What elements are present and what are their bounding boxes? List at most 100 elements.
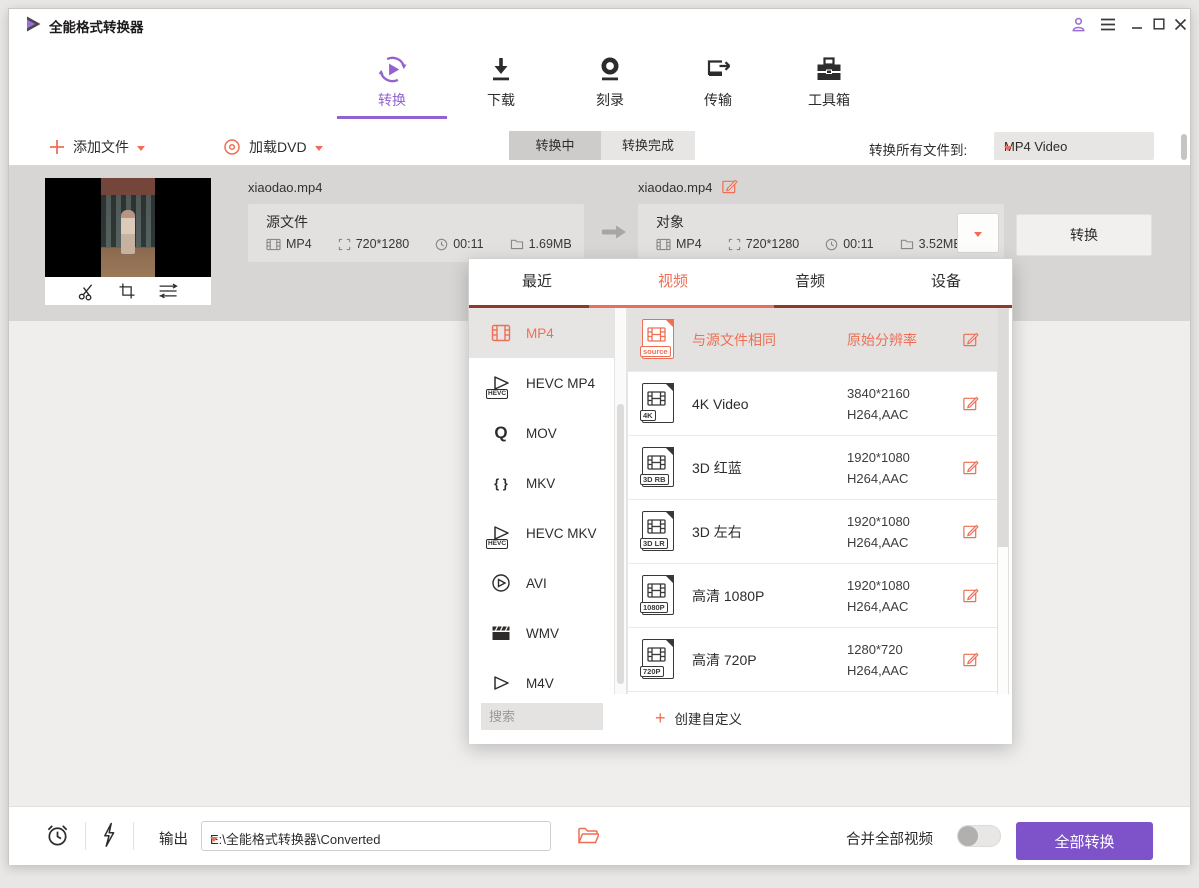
minimize-button[interactable] <box>1126 9 1148 39</box>
source-format: MP4 <box>266 237 312 251</box>
preset-list: source 与源文件相同 原始分辨率 4K 4K Video 384 <box>628 308 997 692</box>
format-item-hevc-mkv[interactable]: HEVC HEVC MKV <box>469 508 614 558</box>
format-label: AVI <box>526 576 547 591</box>
create-custom-label: 创建自定义 <box>675 708 743 728</box>
tab-toolbox-label: 工具箱 <box>784 90 874 110</box>
preset-list-scrollbar[interactable] <box>997 308 1009 742</box>
tab-convert[interactable]: 转换 <box>347 51 437 110</box>
resolution-icon <box>728 238 741 251</box>
output-format-value: MP4 Video <box>1004 139 1067 154</box>
preset-detail: 1920*1080H264,AAC <box>847 575 910 617</box>
format-search-input[interactable] <box>481 703 603 730</box>
popup-body: MP4 HEVC HEVC MP4 Q MOV { } MKV <box>469 308 1012 694</box>
convert-all-to-label: 转换所有文件到: <box>869 139 967 159</box>
preset-item-hd-720p[interactable]: 720P 高清 720P 1280*720H264,AAC <box>628 628 997 692</box>
popup-tab-recent[interactable]: 最近 <box>469 259 605 305</box>
convert-row-button[interactable]: 转换 <box>1016 214 1152 256</box>
app-logo-icon <box>23 14 43 34</box>
mkv-braces-icon: { } <box>489 471 513 495</box>
format-item-m4v[interactable]: M4V <box>469 658 614 694</box>
output-path-value: E:\全能格式转换器\Converted <box>210 829 381 848</box>
video-thumbnail-card <box>45 178 211 305</box>
popup-tab-device[interactable]: 设备 <box>878 259 1014 305</box>
edit-preset-icon[interactable] <box>962 331 979 353</box>
film-icon <box>656 238 671 251</box>
clock-icon <box>435 238 448 251</box>
convert-all-button[interactable]: 全部转换 <box>1016 822 1153 860</box>
format-label: HEVC MKV <box>526 526 597 541</box>
create-custom-button[interactable]: + 创建自定义 <box>655 708 742 728</box>
preset-dropdown-button[interactable] <box>957 213 999 253</box>
account-icon[interactable] <box>1067 9 1089 39</box>
format-item-mp4[interactable]: MP4 <box>469 308 614 358</box>
tab-converting[interactable]: 转换中 <box>509 131 601 160</box>
chevron-down-icon <box>210 837 218 842</box>
format-label: MKV <box>526 476 555 491</box>
download-icon <box>456 51 546 87</box>
preset-detail: 3840*2160H264,AAC <box>847 383 910 425</box>
target-format: MP4 <box>656 237 702 251</box>
plus-icon: + <box>655 709 666 727</box>
preset-name: 与源文件相同 <box>692 308 776 372</box>
preset-name: 高清 1080P <box>692 564 764 628</box>
tab-converted[interactable]: 转换完成 <box>601 131 695 160</box>
preset-item-3d-redblue[interactable]: 3D RB 3D 红蓝 1920*1080H264,AAC <box>628 436 997 500</box>
source-section-label: 源文件 <box>266 212 308 232</box>
tab-transfer[interactable]: 传输 <box>673 51 763 110</box>
effects-sliders-icon[interactable] <box>158 282 179 300</box>
schedule-alarm-icon[interactable] <box>45 823 70 848</box>
transfer-icon <box>673 51 763 87</box>
preset-name: 4K Video <box>692 372 749 436</box>
format-list-scrollbar[interactable] <box>614 308 627 694</box>
format-item-avi[interactable]: AVI <box>469 558 614 608</box>
dvd-icon <box>223 138 241 156</box>
format-item-mov[interactable]: Q MOV <box>469 408 614 458</box>
toolbox-icon <box>784 51 874 87</box>
output-path-dropdown[interactable]: E:\全能格式转换器\Converted <box>201 821 551 851</box>
tab-transfer-label: 传输 <box>673 90 763 110</box>
folder-icon <box>900 238 914 250</box>
hevc-play-icon: HEVC <box>489 371 513 395</box>
popup-tab-audio[interactable]: 音频 <box>742 259 878 305</box>
scrollbar-thumb[interactable] <box>998 309 1008 547</box>
play-outline-icon <box>489 671 513 694</box>
preset-item-same-as-source[interactable]: source 与源文件相同 原始分辨率 <box>628 308 997 372</box>
edit-preset-icon[interactable] <box>962 651 979 673</box>
popup-tab-video[interactable]: 视频 <box>605 259 741 305</box>
tab-download[interactable]: 下载 <box>456 51 546 110</box>
maximize-button[interactable] <box>1148 9 1170 39</box>
scrollbar-thumb[interactable] <box>1181 134 1187 160</box>
tab-burn[interactable]: 刻录 <box>565 51 655 110</box>
add-files-button[interactable]: 添加文件 <box>49 137 145 157</box>
edit-preset-icon[interactable] <box>962 395 979 417</box>
chevron-down-icon <box>974 232 982 237</box>
preset-item-4k[interactable]: 4K 4K Video 3840*2160H264,AAC <box>628 372 997 436</box>
rename-edit-icon[interactable] <box>721 178 738 195</box>
open-folder-icon[interactable] <box>577 826 599 845</box>
preset-item-3d-leftright[interactable]: 3D LR 3D 左右 1920*1080H264,AAC <box>628 500 997 564</box>
close-button[interactable] <box>1169 9 1191 39</box>
video-file-icon: 3D LR <box>642 511 674 551</box>
preset-item-hd-1080p[interactable]: 1080P 高清 1080P 1920*1080H264,AAC <box>628 564 997 628</box>
video-thumbnail[interactable] <box>45 178 211 277</box>
scrollbar-thumb[interactable] <box>617 404 624 684</box>
edit-preset-icon[interactable] <box>962 459 979 481</box>
toggle-knob <box>958 826 978 846</box>
source-resolution: 720*1280 <box>338 237 410 251</box>
tab-toolbox[interactable]: 工具箱 <box>784 51 874 110</box>
edit-preset-icon[interactable] <box>962 587 979 609</box>
crop-icon[interactable] <box>118 282 136 300</box>
output-format-dropdown[interactable]: MP4 Video <box>994 132 1154 160</box>
high-speed-icon[interactable] <box>101 822 116 848</box>
merge-videos-toggle[interactable] <box>957 825 1001 847</box>
menu-icon[interactable] <box>1097 9 1119 39</box>
format-item-hevc-mp4[interactable]: HEVC HEVC MP4 <box>469 358 614 408</box>
source-duration: 00:11 <box>435 237 483 251</box>
format-item-wmv[interactable]: WMV <box>469 608 614 658</box>
output-label: 输出 <box>159 828 188 849</box>
trim-scissors-icon[interactable] <box>77 282 96 301</box>
tab-download-label: 下载 <box>456 90 546 110</box>
format-item-mkv[interactable]: { } MKV <box>469 458 614 508</box>
edit-preset-icon[interactable] <box>962 523 979 545</box>
load-dvd-button[interactable]: 加载DVD <box>223 137 323 157</box>
